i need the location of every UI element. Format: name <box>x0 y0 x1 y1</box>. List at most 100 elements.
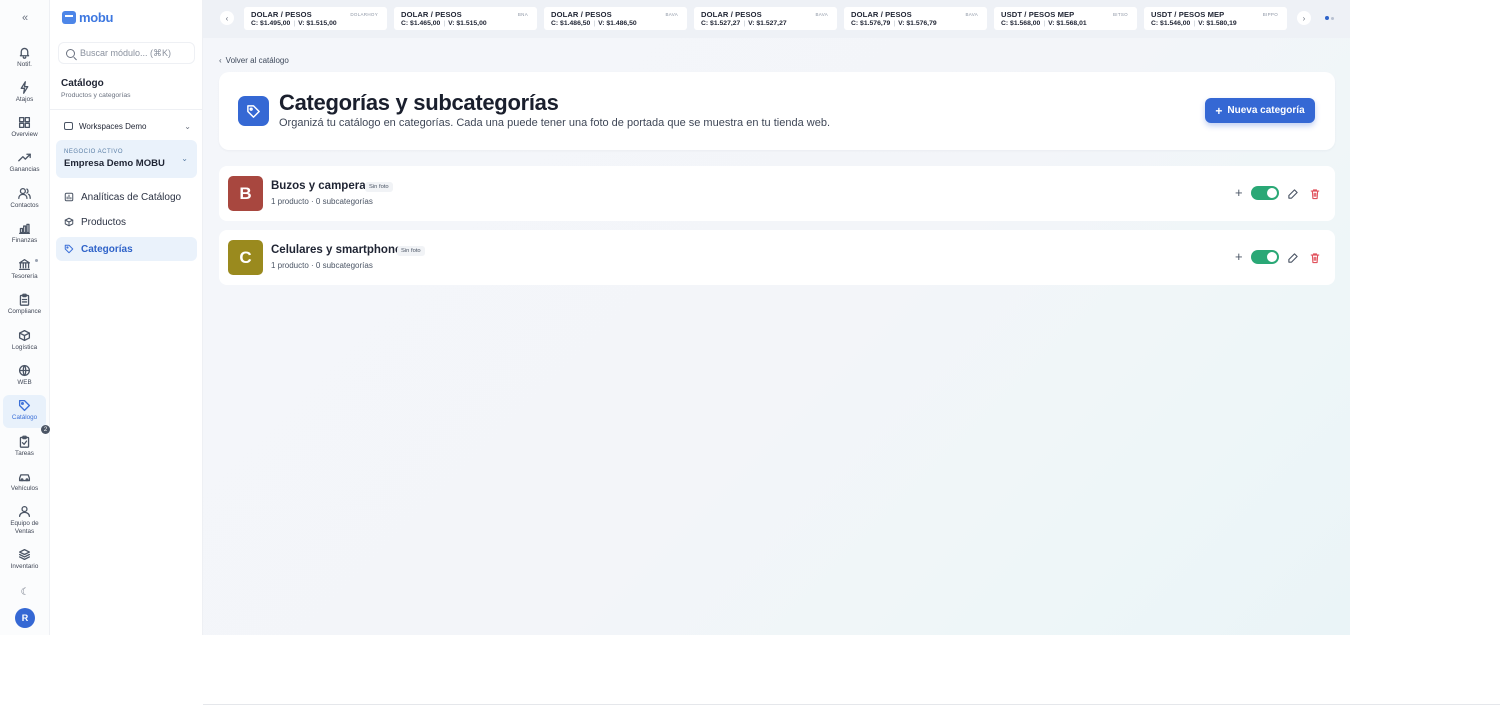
chevron-down-icon: ⌄ <box>184 121 191 131</box>
rate-compra: C: $1.486,50 <box>551 20 591 27</box>
rail-item-tesoreria[interactable]: Tesorería <box>3 256 46 288</box>
contacts-icon <box>18 187 31 200</box>
rate-values: C: $1.486,50 | V: $1.486,50 <box>551 20 637 27</box>
main-content: ‹ DOLAR / PESOS DOLARHOY C: $1.495,00 | V:… <box>203 0 1350 635</box>
rail-item-compliance[interactable]: Compliance <box>3 291 46 323</box>
nav-label: Analíticas de Catálogo <box>81 191 182 203</box>
rail-label: WEB <box>17 379 32 386</box>
rail-item-web[interactable]: WEB <box>3 362 46 394</box>
tag-icon <box>64 244 74 254</box>
rate-venta: V: $1.486,50 <box>598 20 637 27</box>
rate-compra: C: $1.546,00 <box>1151 20 1191 27</box>
rail-label: Overview <box>11 131 38 138</box>
active-business-selector[interactable]: NEGOCIO ACTIVO Empresa Demo MOBU ⌄ <box>56 140 197 178</box>
rate-source: BAVA <box>965 12 978 17</box>
add-subcategory-button[interactable]: + <box>1235 250 1243 263</box>
rail-item-logistica[interactable]: Logística <box>3 327 46 359</box>
trending-up-icon <box>18 153 31 162</box>
business-kicker: NEGOCIO ACTIVO <box>64 149 124 155</box>
rate-pair: USDT / PESOS MEP <box>1001 10 1075 19</box>
clipboard-icon <box>19 293 30 306</box>
category-meta: 1 producto · 0 subcategorías <box>271 197 373 206</box>
rail-item-catalogo[interactable]: Catálogo <box>3 395 46 428</box>
edit-icon <box>1288 189 1298 199</box>
catalog-sidebar: mobu Buscar módulo... (⌘K) Catálogo Prod… <box>50 0 203 635</box>
rate-source: BAVA <box>665 12 678 17</box>
nav-item-productos[interactable]: Productos <box>56 211 197 233</box>
team-icon <box>18 505 31 518</box>
ticker-prev-button[interactable]: ‹ <box>220 11 234 25</box>
nav-item-categorias[interactable]: Categorías <box>56 237 197 261</box>
rate-source: BNA <box>517 12 528 17</box>
tag-icon <box>238 96 269 126</box>
trash-icon <box>1310 189 1320 200</box>
rail-item-notif[interactable]: Notif. <box>3 44 46 76</box>
category-row[interactable]: C Celulares y smartphones Sin foto 1 pro… <box>219 230 1335 285</box>
rate-pair: DOLAR / PESOS <box>701 10 762 19</box>
page-title: Categorías y subcategorías <box>279 90 559 115</box>
notification-dot <box>35 259 38 262</box>
edit-category-button[interactable] <box>1287 251 1299 263</box>
workspace-selector[interactable]: Workspaces Demo ⌄ <box>58 117 195 135</box>
rail-item-contactos[interactable]: Contactos <box>3 185 46 217</box>
rail-label: Vehículos <box>10 485 39 492</box>
rail-label: Tesorería <box>11 273 38 280</box>
rate-compra: C: $1.465,00 <box>401 20 441 27</box>
new-category-button[interactable]: + Nueva categoría <box>1205 98 1315 123</box>
icon-rail: « Notif. Atajos Overview Ganancias Conta… <box>0 0 50 635</box>
bell-icon <box>19 47 30 59</box>
rail-item-ganancias[interactable]: Ganancias <box>3 149 46 181</box>
bank-icon <box>18 258 31 271</box>
rate-values: C: $1.568,00 | V: $1.568,01 <box>1001 20 1087 27</box>
search-placeholder: Buscar módulo... (⌘K) <box>80 47 172 58</box>
rail-label: Inventario <box>10 563 39 570</box>
search-icon <box>66 48 75 58</box>
rail-item-finanzas[interactable]: Finanzas <box>3 220 46 252</box>
rate-values: C: $1.495,00 | V: $1.515,00 <box>251 20 337 27</box>
shortcut-icon <box>20 81 29 94</box>
car-icon <box>18 474 31 482</box>
collapse-icon[interactable]: « <box>17 11 33 25</box>
exchange-rate-ticker: ‹ DOLAR / PESOS DOLARHOY C: $1.495,00 | V:… <box>203 0 1350 38</box>
rate-venta: V: $1.515,00 <box>298 20 337 27</box>
logo-icon <box>62 11 76 24</box>
rail-item-equipo-ventas[interactable]: Equipo de Ventas <box>3 503 46 543</box>
rate-values: C: $1.576,79 | V: $1.576,79 <box>851 20 937 27</box>
rail-item-inventario[interactable]: Inventario <box>3 546 46 578</box>
category-row[interactable]: B Buzos y camperas Sin foto 1 producto ·… <box>219 166 1335 221</box>
globe-icon <box>18 364 31 377</box>
rail-item-overview[interactable]: Overview <box>3 114 46 146</box>
delete-category-button[interactable] <box>1309 187 1321 200</box>
delete-category-button[interactable] <box>1309 251 1321 264</box>
rate-pair: DOLAR / PESOS <box>551 10 612 19</box>
workspace-icon <box>64 122 73 130</box>
add-subcategory-button[interactable]: + <box>1235 186 1243 199</box>
ticker-pagination[interactable] <box>1325 16 1334 20</box>
sidebar-title: Catálogo <box>61 78 104 89</box>
rate-values: C: $1.527,27 | V: $1.527,27 <box>701 20 787 27</box>
rail-item-tareas[interactable]: Tareas <box>3 433 46 465</box>
dark-mode-icon[interactable]: ☾ <box>19 587 31 599</box>
ticker-next-button[interactable]: › <box>1297 11 1311 25</box>
rail-label: Notif. <box>17 61 32 68</box>
tag-icon <box>18 399 31 412</box>
category-visibility-toggle[interactable] <box>1251 250 1279 264</box>
avatar[interactable]: R <box>15 608 35 628</box>
nav-item-analiticas[interactable]: Analíticas de Catálogo <box>56 186 197 208</box>
rail-item-atajos[interactable]: Atajos <box>3 79 46 111</box>
edit-category-button[interactable] <box>1287 187 1299 199</box>
rate-venta: V: $1.580,19 <box>1198 20 1237 27</box>
brand-logo[interactable]: mobu <box>62 10 113 25</box>
rate-card: DOLAR / PESOS DOLARHOY C: $1.495,00 | V: $… <box>244 7 387 30</box>
chevron-left-icon: ‹ <box>219 56 222 65</box>
plus-icon: + <box>1215 103 1223 118</box>
rate-compra: C: $1.495,00 <box>251 20 291 27</box>
category-meta: 1 producto · 0 subcategorías <box>271 261 373 270</box>
category-visibility-toggle[interactable] <box>1251 186 1279 200</box>
module-search-input[interactable]: Buscar módulo... (⌘K) <box>58 42 195 64</box>
rate-source: BAVA <box>815 12 828 17</box>
rate-values: C: $1.546,00 | V: $1.580,19 <box>1151 20 1237 27</box>
rate-card: DOLAR / PESOS BAVA C: $1.576,79 | V: $1.57… <box>844 7 987 30</box>
rail-item-vehiculos[interactable]: Vehículos <box>3 468 46 500</box>
back-to-catalog-link[interactable]: ‹ Volver al catálogo <box>219 56 289 65</box>
